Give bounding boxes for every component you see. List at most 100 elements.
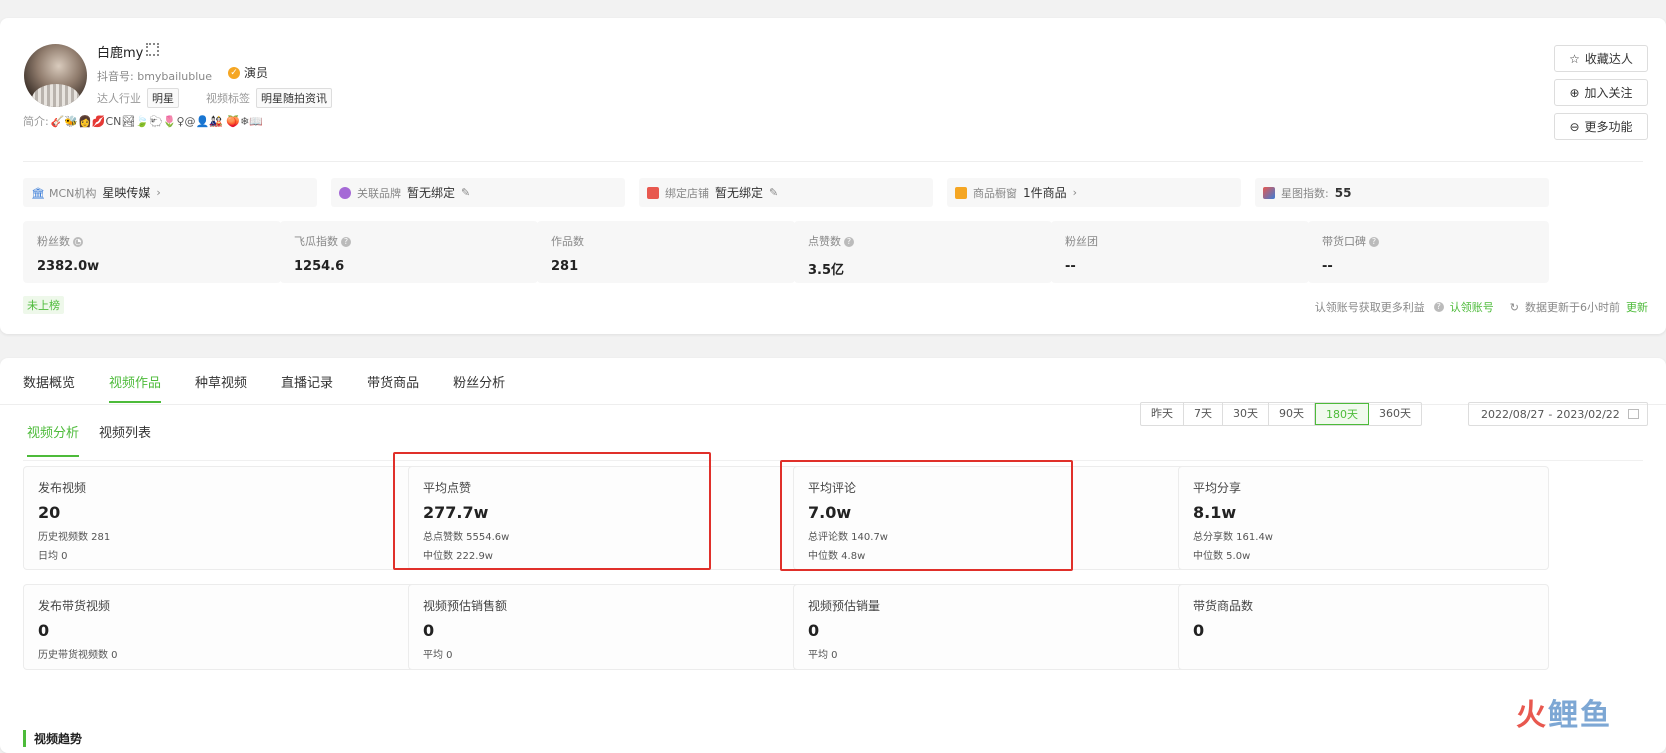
- minus-circle-icon: ⊖: [1569, 119, 1580, 134]
- metric-card-avg-shares: 平均分享 8.1w 总分享数 161.4w 中位数 5.0w: [1178, 466, 1549, 570]
- metric-value: 0: [38, 621, 50, 640]
- profile-name: 白鹿my: [97, 46, 144, 61]
- metric-value: 0: [808, 621, 820, 640]
- edit-icon[interactable]: ✎: [769, 186, 778, 199]
- intro-label: 简介:: [23, 115, 49, 128]
- intro-text: 🎸🐝👩💋CN🏞🍃🐑🌷♀@👤🎎 🍑❄📖: [50, 114, 264, 128]
- watermark-logo: 火鲤鱼: [1516, 690, 1612, 734]
- stat-fan-group: 粉丝团 --: [1051, 221, 1309, 283]
- claim-account-link[interactable]: 认领账号: [1450, 299, 1494, 315]
- metric-sub: 平均 0: [423, 650, 453, 661]
- avatar[interactable]: [24, 44, 87, 107]
- window-bar[interactable]: 商品橱窗 1件商品 ›: [947, 178, 1241, 207]
- stat-fans: 粉丝数 ◔ 2382.0w: [23, 221, 281, 283]
- metric-title: 平均分享: [1193, 481, 1242, 495]
- range-30d[interactable]: 30天: [1223, 403, 1269, 425]
- bag-icon: [955, 186, 967, 199]
- stat-value: 1254.6: [294, 259, 345, 274]
- stat-value: 281: [551, 259, 579, 274]
- video-tag[interactable]: 明星随拍资讯: [256, 88, 332, 108]
- stat-works: 作品数 281: [537, 221, 795, 283]
- tab-live[interactable]: 直播记录: [281, 372, 333, 403]
- analysis-card: 数据概览 视频作品 种草视频 直播记录 带货商品 粉丝分析 视频分析 视频列表 …: [0, 358, 1666, 753]
- metric-title: 发布视频: [38, 481, 87, 495]
- range-selector: 昨天 7天 30天 90天 180天 360天: [1140, 402, 1422, 426]
- mcn-bar[interactable]: 🏛 MCN机构 星映传媒 ›: [23, 178, 317, 207]
- help-icon[interactable]: ?: [1433, 302, 1444, 312]
- industry-label: 达人行业: [97, 92, 141, 105]
- more-button[interactable]: ⊖ 更多功能: [1554, 113, 1648, 140]
- mcn-label: MCN机构: [49, 186, 97, 200]
- subtab-video-list[interactable]: 视频列表: [99, 422, 151, 457]
- metric-value: 0: [1193, 621, 1205, 640]
- window-value: 1件商品: [1023, 186, 1067, 200]
- brand-label: 关联品牌: [357, 186, 401, 200]
- industry-tag[interactable]: 明星: [147, 88, 179, 108]
- metric-value: 8.1w: [1193, 503, 1237, 522]
- more-label: 更多功能: [1584, 120, 1633, 134]
- watermark-char: 鲤: [1548, 698, 1580, 733]
- douyin-id-label: 抖音号:: [97, 70, 134, 83]
- metric-card-est-volume: 视频预估销量 0 平均 0: [793, 584, 1186, 670]
- date-range-picker[interactable]: 2022/08/27 - 2023/02/22: [1468, 402, 1648, 426]
- brand-bar: 关联品牌 暂无绑定 ✎: [331, 178, 625, 207]
- follow-button[interactable]: ⊕ 加入关注: [1554, 79, 1648, 106]
- douyin-id-row: 抖音号: bmybailublue: [97, 68, 212, 84]
- tab-products[interactable]: 带货商品: [367, 372, 419, 403]
- metric-sub: 总分享数 161.4w: [1193, 532, 1273, 543]
- collect-button[interactable]: ☆ 收藏达人: [1554, 45, 1648, 72]
- metric-sub: 历史带货视频数 0: [38, 650, 118, 661]
- tab-videos[interactable]: 视频作品: [109, 372, 162, 403]
- tab-overview[interactable]: 数据概览: [23, 372, 75, 403]
- star-icon: ☆: [1569, 51, 1580, 66]
- qr-code-icon[interactable]: [146, 43, 159, 56]
- range-180d[interactable]: 180天: [1315, 403, 1369, 425]
- star-index-label: 星图指数:: [1281, 186, 1329, 200]
- mcn-value: 星映传媒: [102, 186, 151, 200]
- sub-tabs: 视频分析 视频列表: [27, 422, 151, 457]
- range-yesterday[interactable]: 昨天: [1141, 403, 1184, 425]
- video-tag-label: 视频标签: [206, 92, 250, 105]
- help-icon[interactable]: ?: [341, 237, 351, 247]
- stat-label: 粉丝数: [37, 235, 70, 248]
- tab-fans[interactable]: 粉丝分析: [453, 372, 505, 403]
- chart-icon[interactable]: ◔: [73, 237, 83, 247]
- metric-sub: 平均 0: [808, 650, 838, 661]
- date-end: 2023/02/22: [1556, 407, 1620, 421]
- metric-title: 发布带货视频: [38, 599, 111, 613]
- section-title: 视频趋势: [23, 730, 82, 747]
- update-link[interactable]: 更新: [1626, 299, 1648, 315]
- watermark-char: 鱼: [1580, 698, 1612, 733]
- douyin-id: bmybailublue: [137, 70, 213, 83]
- metric-title: 带货商品数: [1193, 599, 1254, 613]
- stat-value: 3.5亿: [808, 263, 845, 278]
- shop-value: 暂无绑定: [715, 186, 764, 200]
- window-label: 商品橱窗: [973, 186, 1017, 200]
- range-90d[interactable]: 90天: [1269, 403, 1315, 425]
- metric-sub: 历史视频数 281: [38, 532, 111, 543]
- video-tag-row: 视频标签 明星随拍资讯: [206, 88, 332, 108]
- industry-row: 达人行业 明星: [97, 88, 179, 108]
- metric-value: 20: [38, 503, 61, 522]
- help-icon[interactable]: ?: [1369, 237, 1379, 247]
- role-badge: ✓ 演员: [228, 64, 268, 81]
- rank-badge[interactable]: 未上榜: [23, 296, 64, 314]
- range-7d[interactable]: 7天: [1184, 403, 1223, 425]
- footer-actions: 认领账号获取更多利益 ? 认领账号 ↻ 数据更新于6小时前 更新: [1315, 299, 1648, 315]
- stat-value: --: [1322, 259, 1333, 274]
- update-time: 数据更新于6小时前: [1525, 301, 1620, 314]
- divider: [23, 161, 1643, 162]
- refresh-icon: ↻: [1509, 300, 1519, 314]
- metric-sub: 中位数 5.0w: [1193, 551, 1251, 562]
- subtab-video-analysis[interactable]: 视频分析: [27, 422, 80, 457]
- edit-icon[interactable]: ✎: [461, 186, 470, 199]
- stat-reputation: 带货口碑? --: [1308, 221, 1549, 283]
- metric-card-sales-videos: 发布带货视频 0 历史带货视频数 0: [23, 584, 416, 670]
- chevron-right-icon: ›: [1072, 186, 1078, 199]
- date-start: 2022/08/27: [1481, 407, 1545, 421]
- stat-likes: 点赞数? 3.5亿: [794, 221, 1052, 283]
- stat-label: 飞瓜指数: [294, 235, 338, 248]
- tab-seeding-videos[interactable]: 种草视频: [195, 372, 247, 403]
- help-icon[interactable]: ?: [844, 237, 854, 247]
- range-360d[interactable]: 360天: [1369, 403, 1421, 425]
